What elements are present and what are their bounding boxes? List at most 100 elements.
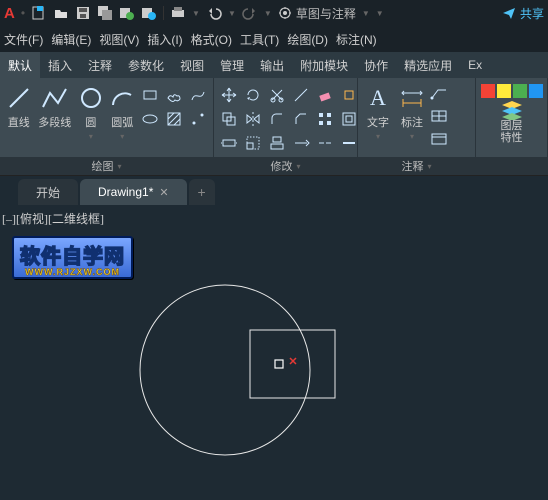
menu-view[interactable]: 视图(V)	[95, 31, 143, 48]
panel-draw-title: 绘图	[91, 158, 113, 174]
offset-icon[interactable]	[338, 108, 360, 130]
extend-icon[interactable]	[290, 84, 312, 106]
dim-label: 标注	[401, 114, 423, 130]
panel-modify-expand-icon[interactable]: ▾	[296, 162, 300, 171]
undo-dropdown-icon[interactable]: ▼	[228, 9, 236, 18]
circle-button[interactable]: 圆 ▾	[76, 80, 105, 141]
array-icon[interactable]	[314, 108, 336, 130]
saveas-icon[interactable]	[97, 5, 113, 21]
tab-drawing1[interactable]: Drawing1* ✕	[80, 179, 187, 205]
align-icon[interactable]	[266, 132, 288, 154]
lengthen-icon[interactable]	[290, 132, 312, 154]
stretch-icon[interactable]	[218, 132, 240, 154]
leader-icon[interactable]	[430, 86, 448, 105]
tab-close-icon[interactable]: ✕	[159, 186, 168, 199]
rotate-icon[interactable]	[242, 84, 264, 106]
workspace-dropdown-icon[interactable]: ▼	[362, 9, 370, 18]
panel-modify-title: 修改	[270, 158, 292, 174]
mirror-icon[interactable]	[242, 108, 264, 130]
arc-button[interactable]: 圆弧 ▾	[108, 80, 137, 141]
tab-express[interactable]: 精选应用	[396, 52, 460, 78]
tab-manage[interactable]: 管理	[212, 52, 252, 78]
text-dropdown-icon[interactable]: ▾	[376, 132, 380, 141]
undo-icon[interactable]	[206, 5, 222, 21]
move-icon[interactable]	[218, 84, 240, 106]
panel-draw-expand-icon[interactable]: ▾	[117, 162, 121, 171]
redo-icon[interactable]	[242, 5, 258, 21]
tab-insert[interactable]: 插入	[40, 52, 80, 78]
fillet-icon[interactable]	[266, 108, 288, 130]
erase-icon[interactable]	[314, 84, 336, 106]
trim-icon[interactable]	[266, 84, 288, 106]
layer-stack-icon[interactable]	[498, 98, 526, 120]
ellipse-icon[interactable]	[139, 108, 161, 130]
menu-bar: 文件(F) 编辑(E) 视图(V) 插入(I) 格式(O) 工具(T) 绘图(D…	[0, 26, 548, 52]
join-icon[interactable]	[338, 132, 360, 154]
layer-swatch-green[interactable]	[513, 84, 527, 98]
tab-start[interactable]: 开始	[18, 179, 78, 205]
logo-dot-icon: •	[21, 6, 25, 20]
ribbon-tabs: 默认 插入 注释 参数化 视图 管理 输出 附加模块 协作 精选应用 Ex	[0, 52, 548, 78]
title-bar: A • ▼ ▼ ▼ 草图与注释 ▼ ▼ 共享	[0, 0, 548, 26]
menu-edit[interactable]: 编辑(E)	[47, 31, 95, 48]
menu-draw[interactable]: 绘图(D)	[283, 31, 332, 48]
layer-swatch-yellow[interactable]	[497, 84, 511, 98]
tab-collab[interactable]: 协作	[356, 52, 396, 78]
arc-dropdown-icon[interactable]: ▾	[120, 132, 124, 141]
dim-dropdown-icon[interactable]: ▾	[410, 132, 414, 141]
share-button[interactable]: 共享	[502, 5, 544, 22]
qat-customize-icon[interactable]: ▼	[376, 9, 384, 18]
table-icon[interactable]	[430, 109, 448, 128]
chamfer-icon[interactable]	[290, 108, 312, 130]
open-icon[interactable]	[53, 5, 69, 21]
tab-new[interactable]: +	[189, 179, 215, 205]
menu-file[interactable]: 文件(F)	[0, 31, 47, 48]
workspace-label: 草图与注释	[296, 5, 356, 22]
layer-label-2: 特性	[501, 132, 523, 144]
polyline-label: 多段线	[38, 114, 71, 130]
text-button[interactable]: A 文字 ▾	[362, 80, 394, 141]
menu-dimension[interactable]: 标注(N)	[332, 31, 381, 48]
scale-icon[interactable]	[242, 132, 264, 154]
tab-ex[interactable]: Ex	[460, 52, 490, 78]
polyline-button[interactable]: 多段线	[35, 80, 74, 130]
new-file-icon[interactable]	[31, 5, 47, 21]
document-tabs: 开始 Drawing1* ✕ +	[0, 176, 548, 206]
break-icon[interactable]	[314, 132, 336, 154]
tab-output[interactable]: 输出	[252, 52, 292, 78]
tab-default[interactable]: 默认	[0, 52, 40, 78]
layer-swatch-blue[interactable]	[529, 84, 543, 98]
mleader-icon[interactable]	[430, 132, 448, 151]
workspace-switcher[interactable]: 草图与注释	[278, 5, 356, 22]
dim-button[interactable]: 标注 ▾	[396, 80, 428, 141]
tab-view[interactable]: 视图	[172, 52, 212, 78]
save-icon[interactable]	[75, 5, 91, 21]
circle-dropdown-icon[interactable]: ▾	[89, 132, 93, 141]
point-icon[interactable]	[187, 108, 209, 130]
share-label: 共享	[520, 5, 544, 22]
circle-label: 圆	[85, 114, 96, 130]
rectangle-icon[interactable]	[139, 84, 161, 106]
open-web-icon[interactable]	[119, 5, 135, 21]
tab-annotate[interactable]: 注释	[80, 52, 120, 78]
menu-format[interactable]: 格式(O)	[187, 31, 236, 48]
redo-dropdown-icon[interactable]: ▼	[264, 9, 272, 18]
tab-parametric[interactable]: 参数化	[120, 52, 172, 78]
tab-addins[interactable]: 附加模块	[292, 52, 356, 78]
drawing-canvas[interactable]: [–][俯视][二维线框] 软件自学网 WWW.RJZXW.COM	[0, 206, 548, 500]
panel-annotate-expand-icon[interactable]: ▾	[427, 162, 431, 171]
revcloud-icon[interactable]	[163, 84, 185, 106]
plot-icon[interactable]	[170, 5, 186, 21]
menu-tools[interactable]: 工具(T)	[236, 31, 283, 48]
explode-icon[interactable]	[338, 84, 360, 106]
layer-swatch-red[interactable]	[481, 84, 495, 98]
plot-dropdown-icon[interactable]: ▼	[192, 9, 200, 18]
line-button[interactable]: 直线	[4, 80, 33, 130]
text-label: 文字	[367, 114, 389, 130]
spline-icon[interactable]	[187, 84, 209, 106]
save-web-icon[interactable]	[141, 5, 157, 21]
copy-icon[interactable]	[218, 108, 240, 130]
menu-insert[interactable]: 插入(I)	[143, 31, 186, 48]
hatch-icon[interactable]	[163, 108, 185, 130]
arc-label: 圆弧	[111, 114, 133, 130]
